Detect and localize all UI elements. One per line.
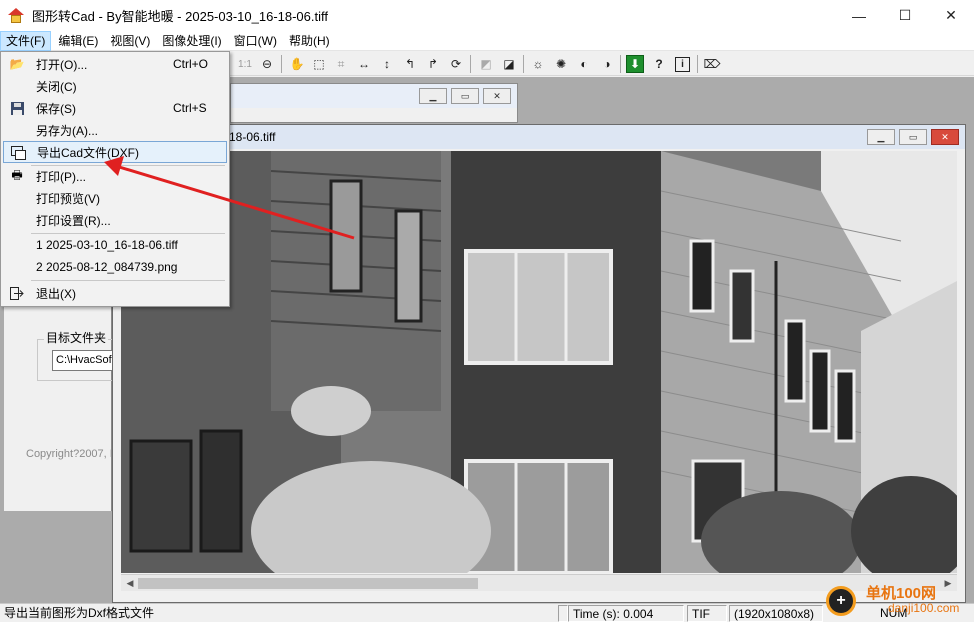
menu-close[interactable]: 关闭(C) <box>3 75 227 97</box>
menu-recent-1[interactable]: 1 2025-03-10_16-18-06.tiff <box>3 234 227 256</box>
sun-bright-icon[interactable]: ☼ <box>529 55 547 73</box>
copyright-text: Copyright?2007, I <box>26 448 112 460</box>
image-close-button[interactable]: ✕ <box>931 129 959 145</box>
image-maximize-button[interactable]: ▭ <box>899 129 927 145</box>
menu-window[interactable]: 窗口(W) <box>229 31 282 51</box>
file-menu-dropdown: 📂 打开(O)... Ctrl+O 关闭(C) 保存(S) Ctrl+S 另存为… <box>0 51 230 307</box>
title-bar: 图形转Cad - By智能地暖 - 2025-03-10_16-18-06.ti… <box>0 0 974 31</box>
exit-icon <box>9 285 25 301</box>
menu-image-process[interactable]: 图像处理(I) <box>157 31 226 51</box>
folder-open-icon: 📂 <box>9 57 25 71</box>
image-canvas[interactable] <box>121 151 957 573</box>
scroll-left-icon[interactable]: ◀ <box>123 577 137 590</box>
close-button[interactable]: ✕ <box>928 0 974 31</box>
status-dimensions: (1920x1080x8) <box>729 605 823 622</box>
menu-print-preview[interactable]: 打印预览(V) <box>3 187 227 209</box>
zoom-out-icon[interactable]: ⊖ <box>258 55 276 73</box>
menu-save-as[interactable]: 另存为(A)... <box>3 119 227 141</box>
menu-open[interactable]: 📂 打开(O)... Ctrl+O <box>3 53 227 75</box>
child-minimize-button[interactable]: ▁ <box>419 88 447 104</box>
export-cad-icon <box>10 145 26 161</box>
status-empty-cell <box>558 605 568 622</box>
flip-horizontal-icon[interactable]: ↔ <box>355 55 373 73</box>
contrast-icon[interactable]: ◐ <box>575 55 593 73</box>
printer-icon: 🖶 <box>11 167 23 182</box>
image-window-caption: 18-06.tiff ▁ ▭ ✕ <box>113 125 965 149</box>
image-child-window: 18-06.tiff ▁ ▭ ✕ ◀ ▶ <box>112 124 966 603</box>
menu-save[interactable]: 保存(S) Ctrl+S <box>3 97 227 119</box>
watermark-plus-icon: + <box>826 586 856 616</box>
menu-view[interactable]: 视图(V) <box>105 31 155 51</box>
status-format: TIF <box>687 605 727 622</box>
invert-icon[interactable]: ◪ <box>500 55 518 73</box>
floppy-disk-icon <box>9 100 25 116</box>
maximize-button[interactable]: ☐ <box>882 0 928 31</box>
rotate-left-icon[interactable]: ↰ <box>401 55 419 73</box>
scroll-thumb[interactable] <box>138 578 478 589</box>
select-magic-icon[interactable]: ⌗ <box>332 55 350 73</box>
rotate-free-icon[interactable]: ⟳ <box>447 55 465 73</box>
image-minimize-button[interactable]: ▁ <box>867 129 895 145</box>
mdi-child-window-back[interactable]: ▁ ▭ ✕ <box>230 83 518 123</box>
exposure-icon[interactable]: ◑ <box>598 55 616 73</box>
export-download-icon[interactable]: ⬇ <box>626 55 644 73</box>
pan-hand-icon[interactable]: ✋ <box>288 55 306 73</box>
status-time: Time (s): 0.004 <box>568 605 684 622</box>
building-photo <box>121 151 957 573</box>
tag-icon[interactable]: ⌦ <box>703 55 721 73</box>
threshold-icon[interactable]: ◩ <box>477 55 495 73</box>
menu-print[interactable]: 🖶 打印(P)... <box>3 165 227 187</box>
dest-folder-label: 目标文件夹 <box>44 329 109 346</box>
dest-folder-input[interactable]: C:\HvacSof <box>52 350 112 371</box>
minimize-button[interactable]: — <box>836 0 882 31</box>
info-icon[interactable]: i <box>675 57 690 72</box>
menu-print-setup[interactable]: 打印设置(R)... <box>3 209 227 231</box>
sun-dim-icon[interactable]: ✺ <box>552 55 570 73</box>
image-window-title: 18-06.tiff <box>229 130 276 144</box>
select-rect-icon[interactable]: ⬚ <box>310 55 328 73</box>
menu-export-cad[interactable]: 导出Cad文件(DXF) <box>3 141 227 163</box>
child-maximize-button[interactable]: ▭ <box>451 88 479 104</box>
menu-recent-2[interactable]: 2 2025-08-12_084739.png <box>3 256 227 278</box>
zoom-actual-icon[interactable]: 1:1 <box>236 55 254 73</box>
watermark-logo: + 单机100网 danji100.com <box>826 582 972 618</box>
menu-exit[interactable]: 退出(X) <box>3 282 227 304</box>
child-close-button[interactable]: ✕ <box>483 88 511 104</box>
menu-file[interactable]: 文件(F) <box>0 30 52 51</box>
menu-edit[interactable]: 编辑(E) <box>53 31 103 51</box>
rotate-right-icon[interactable]: ↱ <box>424 55 442 73</box>
menu-help[interactable]: 帮助(H) <box>284 31 335 51</box>
menu-bar: 文件(F) 编辑(E) 视图(V) 图像处理(I) 窗口(W) 帮助(H) <box>0 30 974 51</box>
flip-vertical-icon[interactable]: ↕ <box>378 55 396 73</box>
help-icon[interactable]: ? <box>650 55 668 73</box>
window-title: 图形转Cad - By智能地暖 - 2025-03-10_16-18-06.ti… <box>32 9 328 24</box>
app-house-icon <box>8 7 24 24</box>
status-message: 导出当前图形为Dxf格式文件 <box>4 606 155 620</box>
